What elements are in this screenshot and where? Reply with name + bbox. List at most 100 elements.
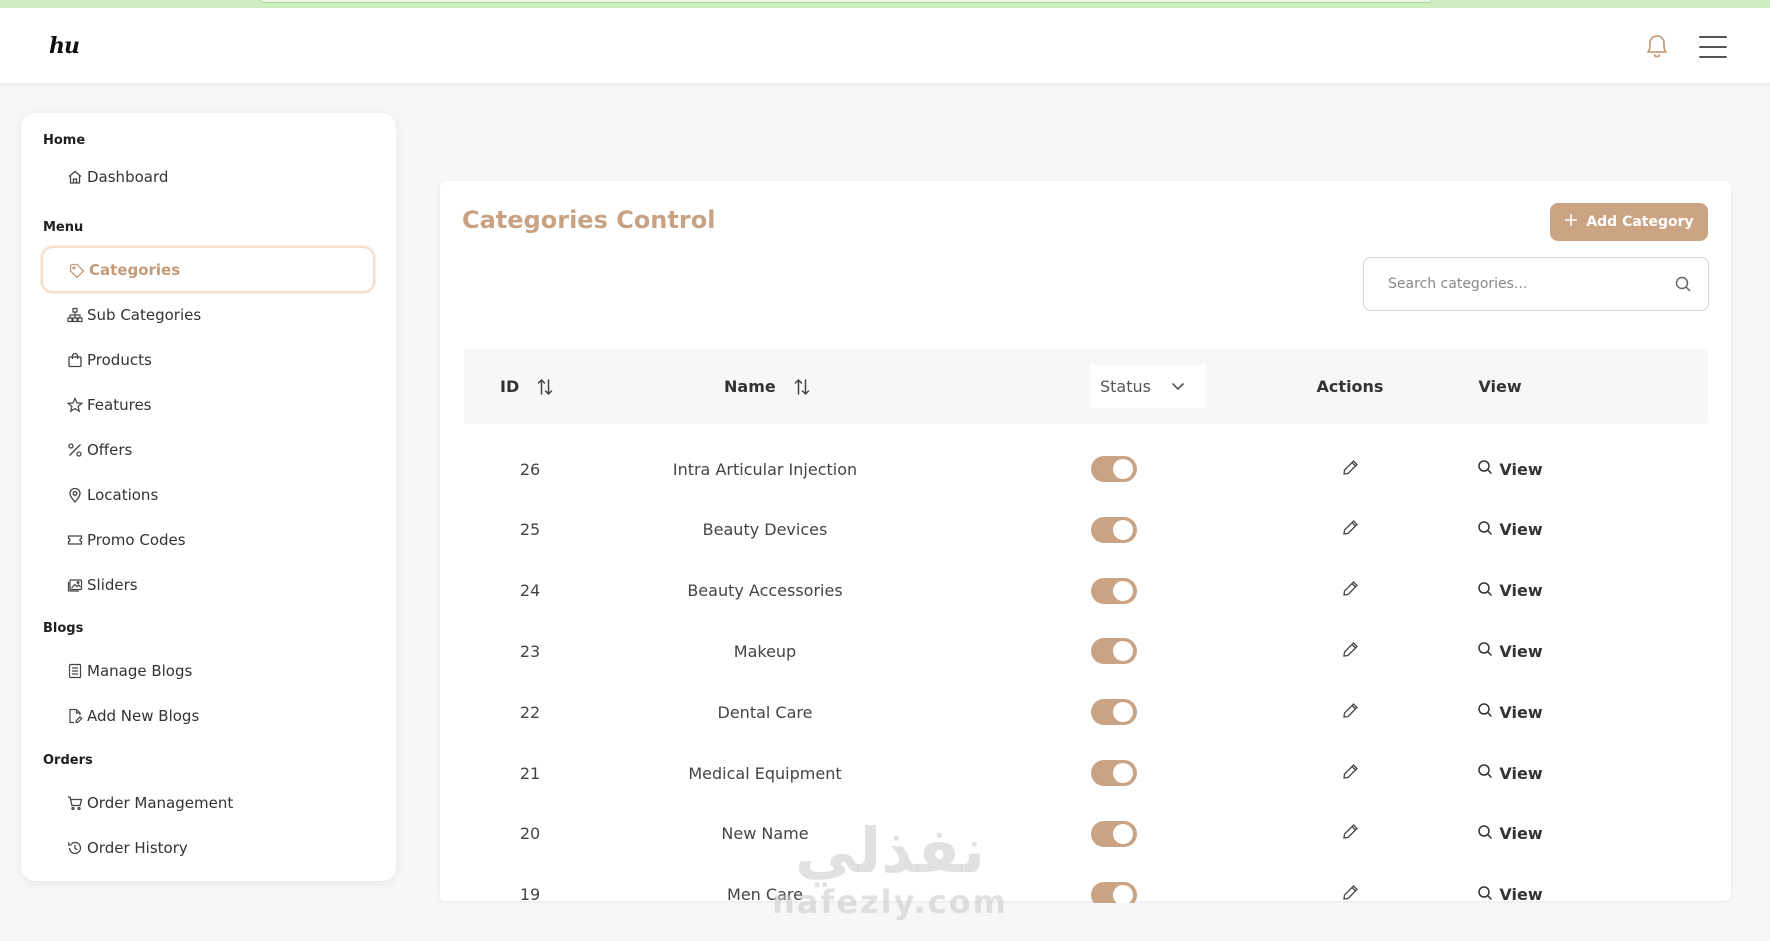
cell-view: View [1410, 500, 1610, 560]
view-link[interactable]: View [1477, 581, 1543, 601]
search-icon[interactable] [1674, 275, 1692, 297]
column-header-label: Status [1100, 377, 1151, 396]
sidebar-item-label: Categories [89, 260, 181, 279]
sidebar-item-label: Locations [87, 485, 159, 504]
sidebar-item-products[interactable]: Products [41, 337, 375, 382]
sidebar-item-label: Sub Categories [87, 305, 202, 324]
sitemap-icon [66, 306, 83, 323]
edit-pencil-icon[interactable] [1342, 459, 1359, 480]
view-link[interactable]: View [1477, 520, 1543, 540]
sidebar-item-offers[interactable]: Offers [41, 427, 375, 472]
sidebar-item-sliders[interactable]: Sliders [41, 562, 375, 607]
cell-view: View [1410, 743, 1610, 803]
column-header-id[interactable]: ID [500, 349, 553, 424]
search-input[interactable] [1388, 273, 1668, 295]
page-title: Categories Control [462, 206, 716, 234]
view-link[interactable]: View [1477, 885, 1543, 905]
table-row: 23 Makeup View [464, 621, 1708, 681]
add-category-label: Add Category [1586, 214, 1694, 230]
edit-pencil-icon[interactable] [1342, 884, 1359, 905]
status-toggle[interactable] [1091, 820, 1137, 847]
status-toggle[interactable] [1091, 699, 1137, 726]
sidebar-item-sub-categories[interactable]: Sub Categories [41, 292, 375, 337]
sidebar-item-label: Promo Codes [87, 530, 186, 549]
status-toggle[interactable] [1091, 456, 1137, 482]
column-header-name[interactable]: Name [724, 349, 810, 424]
table-row: 22 Dental Care View [464, 682, 1708, 742]
hamburger-menu-icon[interactable] [1699, 36, 1727, 58]
cell-name: New Name [721, 824, 809, 844]
search-icon [1477, 581, 1493, 601]
view-link[interactable]: View [1477, 459, 1543, 479]
view-label: View [1499, 520, 1543, 540]
edit-pencil-icon[interactable] [1342, 580, 1359, 601]
view-link[interactable]: View [1477, 702, 1543, 722]
categories-card: Categories Control Add Category ID Name … [440, 181, 1731, 908]
sidebar-item-categories[interactable]: Categories [41, 246, 375, 293]
cell-name: Beauty Accessories [687, 581, 843, 601]
cell-status [1024, 500, 1204, 560]
home-icon [66, 168, 83, 185]
add-category-button[interactable]: Add Category [1550, 203, 1708, 241]
history-icon [66, 839, 83, 856]
cell-view: View [1410, 561, 1610, 621]
cell-id: 20 [519, 824, 541, 844]
view-label: View [1499, 581, 1543, 601]
cell-status [1024, 743, 1204, 803]
status-toggle[interactable] [1091, 760, 1137, 786]
status-toggle[interactable] [1091, 516, 1137, 543]
cell-view: View [1410, 682, 1610, 742]
view-label: View [1499, 824, 1543, 844]
sidebar-item-order-management[interactable]: Order Management [41, 780, 375, 825]
sidebar-item-order-history[interactable]: Order History [41, 825, 375, 870]
cell-status [1024, 439, 1204, 499]
edit-pencil-icon[interactable] [1342, 823, 1359, 844]
sidebar-section-home: Home [43, 133, 86, 148]
page-bottom-background [0, 903, 1770, 941]
search-icon [1477, 641, 1493, 661]
file-edit-icon [66, 707, 83, 724]
browser-top-strip [0, 0, 1770, 8]
cell-name: Medical Equipment [688, 763, 842, 783]
sort-icon[interactable] [794, 378, 810, 396]
edit-pencil-icon[interactable] [1342, 763, 1359, 784]
brand-logo[interactable]: hu [44, 30, 84, 62]
edit-pencil-icon[interactable] [1342, 519, 1359, 540]
sidebar-item-label: Manage Blogs [87, 661, 193, 680]
view-link[interactable]: View [1477, 763, 1543, 783]
cell-id: 24 [519, 581, 541, 601]
search-icon [1477, 763, 1493, 783]
status-filter-dropdown[interactable]: Status [1090, 365, 1206, 408]
sidebar-item-label: Add New Blogs [87, 706, 200, 725]
cart-icon [66, 794, 83, 811]
sidebar-item-features[interactable]: Features [41, 382, 375, 427]
sidebar-item-label: Products [87, 350, 152, 369]
column-header-view: View [1478, 377, 1522, 396]
chevron-down-icon [1171, 382, 1185, 391]
view-link[interactable]: View [1477, 824, 1543, 844]
cell-view: View [1410, 621, 1610, 681]
sidebar-item-dashboard[interactable]: Dashboard [41, 154, 375, 199]
bell-icon[interactable] [1642, 30, 1672, 62]
images-icon [66, 576, 83, 593]
view-link[interactable]: View [1477, 641, 1543, 661]
table-row: 24 Beauty Accessories View [464, 561, 1708, 621]
view-label: View [1499, 702, 1543, 722]
sidebar-item-promo-codes[interactable]: Promo Codes [41, 517, 375, 562]
cell-id: 22 [519, 702, 541, 722]
sidebar-item-add-new-blogs[interactable]: Add New Blogs [41, 693, 375, 738]
view-label: View [1499, 763, 1543, 783]
sidebar: Home Dashboard Menu Categories Sub Categ… [21, 113, 396, 881]
cell-id: 26 [519, 459, 541, 479]
search-icon [1477, 885, 1493, 905]
sidebar-item-locations[interactable]: Locations [41, 472, 375, 517]
sort-icon[interactable] [537, 378, 553, 396]
cell-name: Beauty Devices [702, 520, 828, 540]
cell-status [1024, 804, 1204, 864]
edit-pencil-icon[interactable] [1342, 641, 1359, 662]
edit-pencil-icon[interactable] [1342, 702, 1359, 723]
sidebar-item-manage-blogs[interactable]: Manage Blogs [41, 648, 375, 693]
status-toggle[interactable] [1091, 638, 1137, 665]
status-toggle[interactable] [1091, 577, 1137, 604]
table-header: ID Name Status Actions View [464, 349, 1708, 424]
